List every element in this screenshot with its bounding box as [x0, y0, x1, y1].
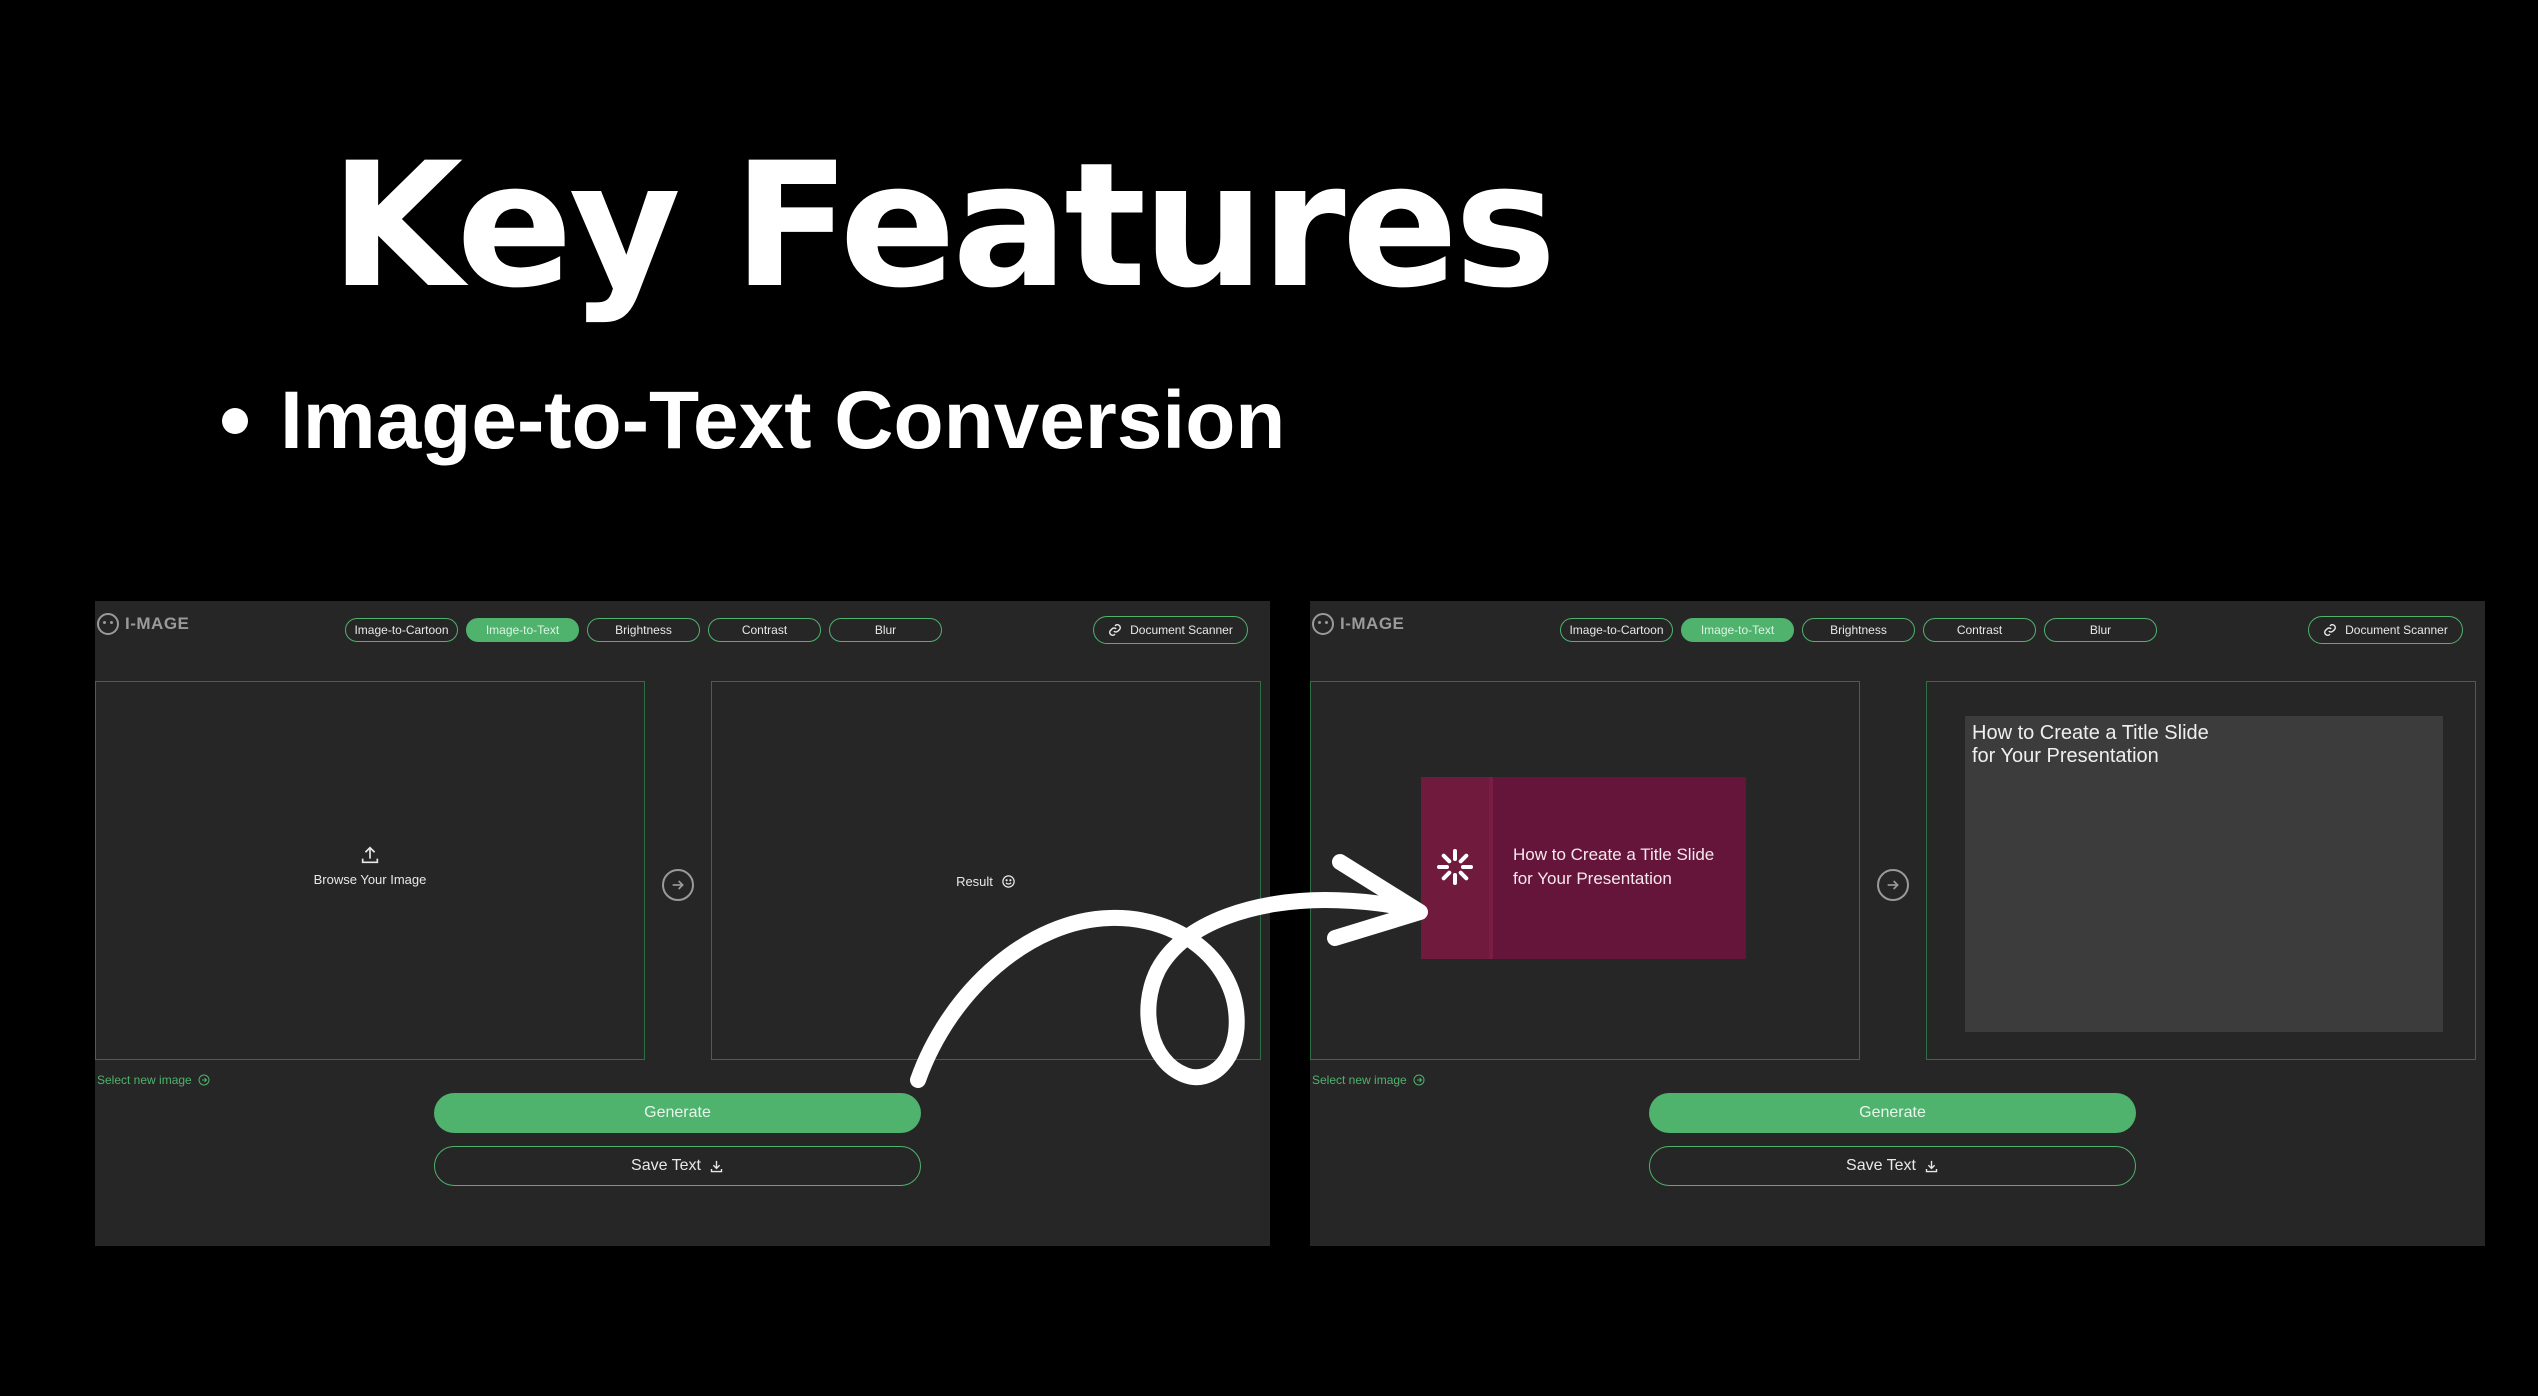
tab-image-to-text[interactable]: Image-to-Text: [466, 618, 579, 642]
generate-button[interactable]: Generate: [1649, 1093, 2136, 1133]
arrow-right-circle-icon: [1413, 1074, 1425, 1086]
result-panel: Result: [711, 681, 1261, 1060]
tab-brightness[interactable]: Brightness: [587, 618, 700, 642]
slide-title: Key Features: [330, 125, 1557, 326]
select-new-label: Select new image: [1312, 1073, 1407, 1087]
upload-icon: [361, 846, 379, 864]
select-new-image-link[interactable]: Select new image: [97, 1073, 210, 1087]
arrow-right-circle-icon: [198, 1074, 210, 1086]
logo-icon: [97, 613, 119, 635]
tab-bar: Image-to-Cartoon Image-to-Text Brightnes…: [345, 618, 942, 642]
link-icon: [1109, 624, 1122, 636]
browse-area[interactable]: Browse Your Image: [96, 844, 644, 887]
thumbnail-line-1: How to Create a Title Slide: [1513, 845, 1715, 864]
generate-button[interactable]: Generate: [434, 1093, 921, 1133]
thumbnail-text: How to Create a Title Slide for Your Pre…: [1513, 843, 1714, 891]
document-scanner-button[interactable]: Document Scanner: [1093, 616, 1248, 644]
select-new-image-link[interactable]: Select new image: [1312, 1073, 1425, 1087]
logo-text: I-MAGE: [125, 614, 190, 633]
link-icon: [2324, 624, 2337, 636]
bullet-dot: [222, 408, 248, 434]
document-scanner-button[interactable]: Document Scanner: [2308, 616, 2463, 644]
logo-text: I-MAGE: [1340, 614, 1405, 633]
result-panel: How to Create a Title Slide for Your Pre…: [1926, 681, 2476, 1060]
tab-image-to-text[interactable]: Image-to-Text: [1681, 618, 1794, 642]
arrow-right-circle-icon: [662, 869, 694, 901]
document-scanner-label: Document Scanner: [2345, 623, 2448, 637]
extracted-text-box[interactable]: How to Create a Title Slide for Your Pre…: [1965, 716, 2443, 1032]
smile-icon: [1002, 875, 1015, 888]
tab-contrast[interactable]: Contrast: [1923, 618, 2036, 642]
tab-blur[interactable]: Blur: [829, 618, 942, 642]
result-label: Result: [956, 874, 993, 889]
document-scanner-label: Document Scanner: [1130, 623, 1233, 637]
tab-bar: Image-to-Cartoon Image-to-Text Brightnes…: [1560, 618, 2157, 642]
image-preview-panel[interactable]: How to Create a Title Slide for Your Pre…: [1310, 681, 1860, 1060]
select-new-label: Select new image: [97, 1073, 192, 1087]
download-icon: [1925, 1160, 1938, 1172]
browse-label: Browse Your Image: [313, 872, 427, 887]
bullet-text: Image-to-Text Conversion: [280, 375, 1286, 466]
save-text-button[interactable]: Save Text: [434, 1146, 921, 1186]
app-window-before: I-MAGE Image-to-Cartoon Image-to-Text Br…: [95, 601, 1270, 1246]
app-logo[interactable]: I-MAGE: [1312, 613, 1404, 635]
tab-image-to-cartoon[interactable]: Image-to-Cartoon: [345, 618, 458, 642]
tab-contrast[interactable]: Contrast: [708, 618, 821, 642]
bullet-item: Image-to-Text Conversion: [222, 380, 1285, 462]
save-text-label: Save Text: [631, 1157, 701, 1174]
tab-brightness[interactable]: Brightness: [1802, 618, 1915, 642]
spinner-icon: [1437, 849, 1473, 885]
download-icon: [710, 1160, 723, 1172]
extracted-text-line-1: How to Create a Title Slide: [1972, 722, 2209, 744]
tab-image-to-cartoon[interactable]: Image-to-Cartoon: [1560, 618, 1673, 642]
logo-icon: [1312, 613, 1334, 635]
save-text-button[interactable]: Save Text: [1649, 1146, 2136, 1186]
save-text-label: Save Text: [1846, 1157, 1916, 1174]
arrow-right-circle-icon: [1877, 869, 1909, 901]
app-window-after: I-MAGE Image-to-Cartoon Image-to-Text Br…: [1310, 601, 2485, 1246]
app-logo[interactable]: I-MAGE: [97, 613, 189, 635]
uploaded-image-thumbnail: How to Create a Title Slide for Your Pre…: [1421, 777, 1746, 959]
image-drop-zone[interactable]: Browse Your Image: [95, 681, 645, 1060]
tab-blur[interactable]: Blur: [2044, 618, 2157, 642]
extracted-text-line-2: for Your Presentation: [1972, 745, 2159, 767]
result-placeholder: Result: [712, 874, 1260, 889]
thumbnail-line-2: for Your Presentation: [1513, 869, 1672, 888]
